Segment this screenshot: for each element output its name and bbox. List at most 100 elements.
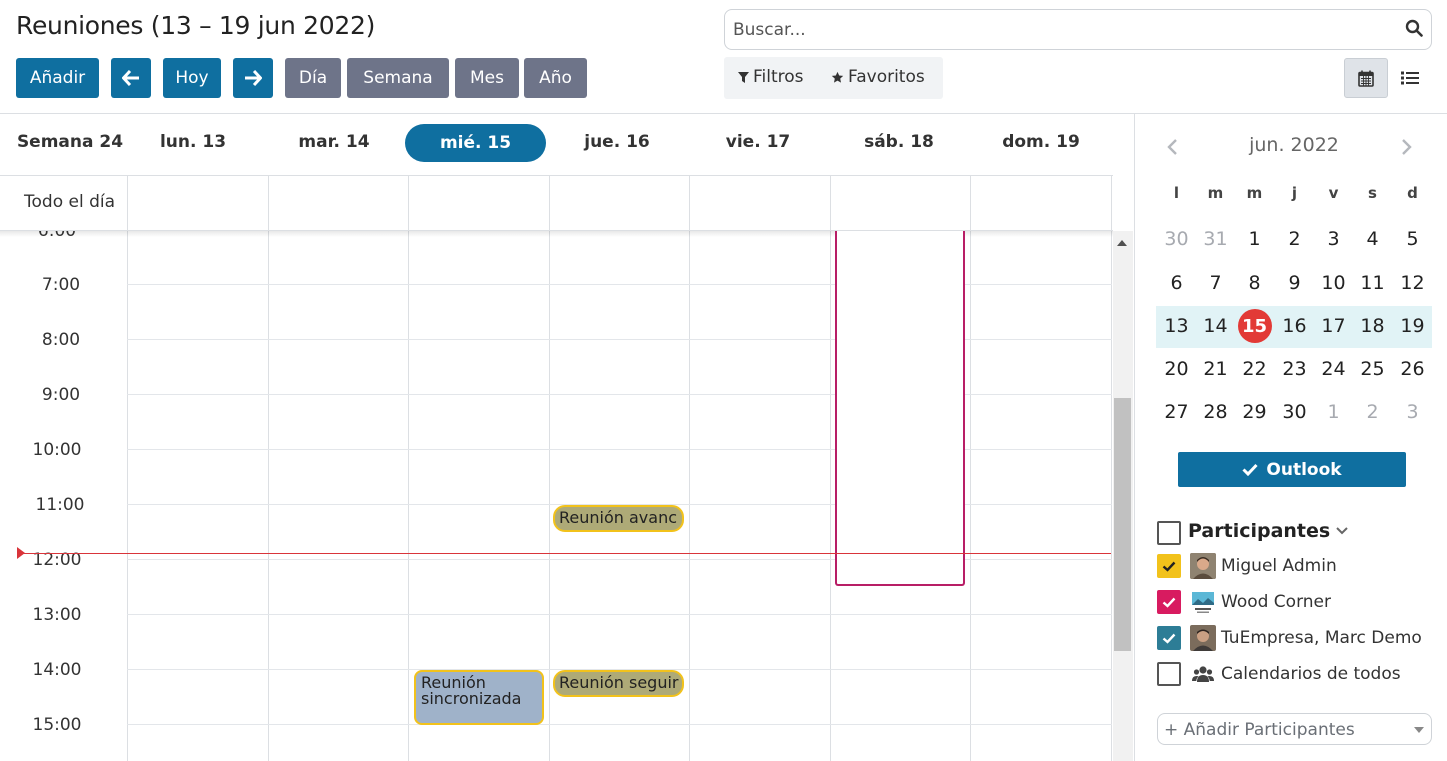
mini-calendar-day[interactable]: 23 xyxy=(1275,352,1314,386)
attendees-heading-label: Participantes xyxy=(1188,520,1331,542)
attendee-checkbox[interactable] xyxy=(1157,590,1181,614)
today-button[interactable]: Hoy xyxy=(163,58,221,98)
attendee-checkbox[interactable] xyxy=(1157,554,1181,578)
day-header-sat[interactable]: sáb. 18 xyxy=(834,122,964,162)
calendar-event[interactable] xyxy=(835,231,965,586)
everybody-calendars-checkbox[interactable] xyxy=(1157,662,1181,686)
mini-calendar-day-number: 4 xyxy=(1366,228,1379,250)
attendees-heading[interactable]: Participantes xyxy=(1188,520,1348,542)
mini-calendar-day[interactable]: 25 xyxy=(1353,352,1392,386)
mini-calendar-day[interactable]: 18 xyxy=(1353,309,1392,343)
mini-calendar-day[interactable]: 22 xyxy=(1235,352,1274,386)
favorites-toggle[interactable]: Favoritos xyxy=(831,67,925,87)
mini-calendar-day[interactable]: 3 xyxy=(1393,395,1432,429)
mini-calendar-day[interactable]: 7 xyxy=(1196,266,1235,300)
mini-calendar-day-number: 28 xyxy=(1203,401,1228,423)
mini-calendar-day[interactable]: 10 xyxy=(1314,266,1353,300)
mini-calendar-day[interactable]: 11 xyxy=(1353,266,1392,300)
mini-calendar-day[interactable]: 3 xyxy=(1314,222,1353,256)
mini-calendar-day[interactable]: 14 xyxy=(1196,309,1235,343)
list-icon xyxy=(1401,71,1419,85)
filters-toggle[interactable]: Filtros xyxy=(738,67,804,87)
mini-calendar-day[interactable]: 30 xyxy=(1157,222,1196,256)
day-header-tue[interactable]: mar. 14 xyxy=(269,122,399,162)
check-icon xyxy=(1162,561,1176,572)
column-divider xyxy=(127,176,128,761)
mini-calendar-day[interactable]: 2 xyxy=(1353,395,1392,429)
mini-calendar-day[interactable]: 1 xyxy=(1235,222,1274,256)
next-button[interactable] xyxy=(233,58,273,98)
hour-label: 14:00 xyxy=(32,660,82,680)
weekday-label: l xyxy=(1173,184,1180,202)
mini-calendar-day[interactable]: 9 xyxy=(1275,266,1314,300)
calendar-event[interactable]: Reunión sincronizada xyxy=(414,670,544,725)
chevron-right-icon xyxy=(1402,139,1412,155)
mini-calendar-day[interactable]: 31 xyxy=(1196,222,1235,256)
mini-calendar-day[interactable]: 26 xyxy=(1393,352,1432,386)
scrollbar-thumb[interactable] xyxy=(1114,398,1131,651)
calendar-view-button[interactable] xyxy=(1344,58,1388,98)
mini-calendar-day-number: 24 xyxy=(1321,358,1346,380)
previous-button[interactable] xyxy=(111,58,151,98)
scroll-up-arrow-icon[interactable] xyxy=(1117,240,1127,246)
mini-calendar-day-number: 1 xyxy=(1248,228,1261,250)
list-view-button[interactable] xyxy=(1388,58,1432,98)
attendee-name: Wood Corner xyxy=(1221,592,1331,612)
attendees-select-all-checkbox[interactable] xyxy=(1157,521,1181,545)
arrow-left-icon xyxy=(122,70,139,86)
day-header-mon[interactable]: lun. 13 xyxy=(128,122,258,162)
day-header-sun[interactable]: dom. 19 xyxy=(976,122,1106,162)
day-header-thu[interactable]: jue. 16 xyxy=(552,122,682,162)
mini-calendar-day[interactable]: 8 xyxy=(1235,266,1274,300)
hour-line xyxy=(127,614,1112,615)
mini-calendar-day[interactable]: 16 xyxy=(1275,309,1314,343)
mini-calendar-day[interactable]: 4 xyxy=(1353,222,1392,256)
search-input[interactable] xyxy=(733,19,1393,41)
hour-label: 8:00 xyxy=(41,330,81,350)
mini-calendar-day[interactable]: 27 xyxy=(1157,395,1196,429)
scale-year-button[interactable]: Año xyxy=(524,58,587,98)
mini-calendar-day[interactable]: 19 xyxy=(1393,309,1432,343)
mini-calendar-day[interactable]: 28 xyxy=(1196,395,1235,429)
mini-calendar-day[interactable]: 6 xyxy=(1157,266,1196,300)
mini-calendar-day[interactable]: 13 xyxy=(1157,309,1196,343)
day-header-wed-today[interactable]: mié. 15 xyxy=(405,124,546,162)
mini-calendar-day-number: 13 xyxy=(1164,315,1189,337)
mini-calendar-day-number: 6 xyxy=(1170,272,1183,294)
mini-calendar-day[interactable]: 21 xyxy=(1196,352,1235,386)
mini-calendar-day[interactable]: 12 xyxy=(1393,266,1432,300)
attendee-checkbox[interactable] xyxy=(1157,626,1181,650)
add-button[interactable]: Añadir xyxy=(16,58,99,98)
mini-calendar-day-number: 12 xyxy=(1400,272,1425,294)
calendar-event[interactable]: Reunión avanc xyxy=(553,505,684,532)
mini-calendar-day[interactable]: 17 xyxy=(1314,309,1353,343)
mini-calendar-next-button[interactable] xyxy=(1401,138,1413,160)
scale-month-button[interactable]: Mes xyxy=(455,58,519,98)
mini-calendar-day-number: 15 xyxy=(1237,309,1272,343)
caret-down-icon[interactable] xyxy=(1414,727,1424,733)
mini-calendar-day[interactable]: 5 xyxy=(1393,222,1432,256)
mini-calendar-day-number: 5 xyxy=(1406,228,1419,250)
mini-calendar-day[interactable]: 24 xyxy=(1314,352,1353,386)
day-header-fri[interactable]: vie. 17 xyxy=(693,122,823,162)
add-attendee-select[interactable] xyxy=(1157,713,1432,745)
search-icon[interactable] xyxy=(1405,19,1423,41)
mini-calendar-day-today[interactable]: 15 xyxy=(1235,309,1274,343)
mini-calendar-day[interactable]: 20 xyxy=(1157,352,1196,386)
calendar-event[interactable]: Reunión seguir xyxy=(553,670,684,697)
avatar xyxy=(1190,625,1216,651)
mini-calendar-day[interactable]: 2 xyxy=(1275,222,1314,256)
mini-calendar-day[interactable]: 1 xyxy=(1314,395,1353,429)
mini-calendar-day-number: 1 xyxy=(1327,401,1340,423)
outlook-sync-button[interactable]: Outlook xyxy=(1178,452,1406,487)
toolbar-divider xyxy=(0,113,1447,114)
weekday-label: v xyxy=(1328,184,1339,202)
mini-calendar-day[interactable]: 30 xyxy=(1275,395,1314,429)
add-attendee-input[interactable] xyxy=(1164,719,1404,741)
mini-calendar-day[interactable]: 29 xyxy=(1235,395,1274,429)
scale-week-button[interactable]: Semana xyxy=(347,58,449,98)
scale-day-button[interactable]: Día xyxy=(285,58,341,98)
mini-calendar-day-number: 3 xyxy=(1327,228,1340,250)
weekday-label: d xyxy=(1407,184,1418,202)
mini-calendar-day-number: 16 xyxy=(1282,315,1307,337)
